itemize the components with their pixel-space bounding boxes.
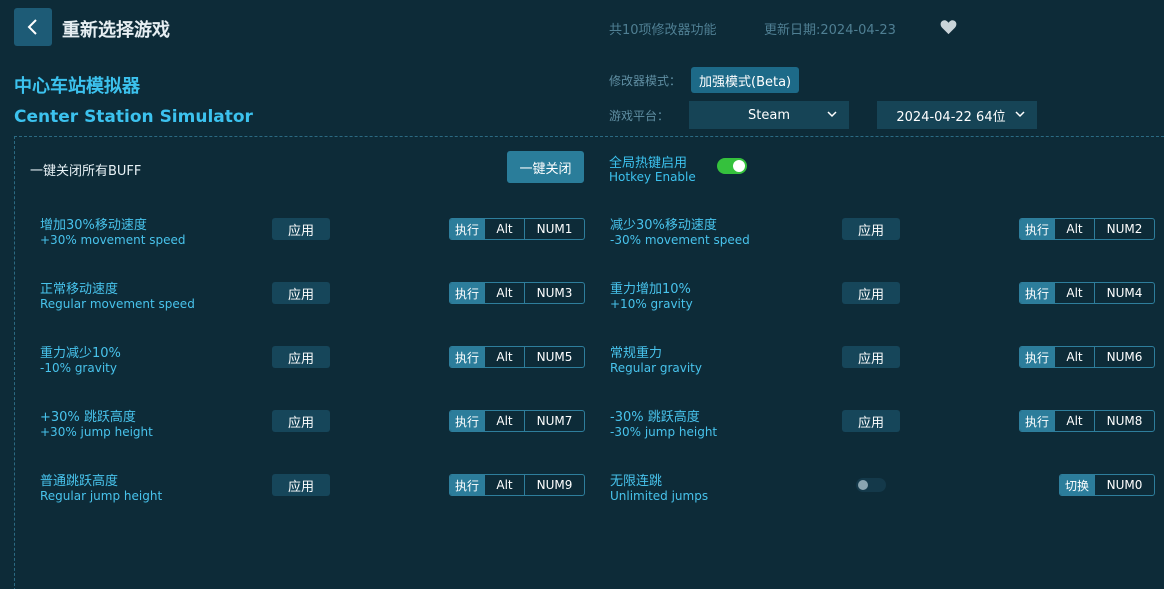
apply-button[interactable]: 应用 [842, 282, 900, 304]
cheat-label-cn: +30% 跳跃高度 [40, 410, 136, 425]
key-num: NUM3 [524, 283, 584, 303]
chevron-down-icon [827, 111, 837, 118]
key-alt: Alt [1054, 219, 1094, 239]
apply-button[interactable]: 应用 [842, 410, 900, 432]
exec-badge: 执行 [1020, 411, 1054, 431]
apply-button[interactable]: 应用 [272, 410, 330, 432]
cheat-label-cn: 正常移动速度 [40, 282, 119, 297]
mode-badge[interactable]: 加强模式(Beta) [691, 67, 800, 93]
back-button[interactable] [14, 8, 52, 46]
key-alt: Alt [484, 411, 524, 431]
key-alt: Alt [1054, 411, 1094, 431]
key-num: NUM2 [1094, 219, 1154, 239]
hotkey-group[interactable]: 执行 Alt NUM9 [449, 474, 585, 496]
key-num: NUM4 [1094, 283, 1154, 303]
hotkey-group[interactable]: 执行 Alt NUM7 [449, 410, 585, 432]
hotkey-group[interactable]: 执行 Alt NUM5 [449, 346, 585, 368]
cheat-label-en: Regular gravity [610, 361, 702, 375]
key-alt: Alt [484, 475, 524, 495]
toggle-knob [858, 480, 868, 490]
hotkey-group[interactable]: 执行 Alt NUM2 [1019, 218, 1155, 240]
cheat-label-cn: 常规重力 [610, 346, 663, 361]
cheat-label-en: +30% movement speed [40, 233, 186, 247]
cheat-label-cn: 增加30%移动速度 [40, 218, 147, 233]
platform-select[interactable]: Steam [689, 101, 849, 129]
key-num: NUM5 [524, 347, 584, 367]
key-alt: Alt [1054, 283, 1094, 303]
cheat-label-cn: 无限连跳 [610, 474, 663, 489]
exec-badge: 执行 [1020, 219, 1054, 239]
hotkey-enable-toggle[interactable] [717, 158, 747, 174]
cheat-label-en: -30% movement speed [610, 233, 750, 247]
cheat-label-en: +10% gravity [610, 297, 693, 311]
cheat-label-en: +30% jump height [40, 425, 153, 439]
platform-value: Steam [748, 107, 790, 123]
key-num: NUM7 [524, 411, 584, 431]
key-num: NUM8 [1094, 411, 1154, 431]
mode-label: 修改器模式： [609, 74, 682, 88]
key-alt: Alt [484, 219, 524, 239]
unlimited-jumps-toggle[interactable] [856, 478, 886, 492]
apply-button[interactable]: 应用 [842, 218, 900, 240]
heart-icon[interactable] [940, 19, 957, 35]
cheat-label-en: -10% gravity [40, 361, 117, 375]
close-all-label: 一键关闭所有BUFF [30, 164, 142, 179]
cheat-label-cn: -30% 跳跃高度 [610, 410, 700, 425]
update-date: 更新日期:2024-04-23 [764, 23, 896, 38]
apply-button[interactable]: 应用 [272, 474, 330, 496]
exec-badge: 执行 [450, 411, 484, 431]
hotkey-group[interactable]: 切换 NUM0 [1059, 474, 1155, 496]
cheat-label-en: Regular jump height [40, 489, 163, 503]
exec-badge: 执行 [1020, 347, 1054, 367]
cheat-label-cn: 减少30%移动速度 [610, 218, 717, 233]
game-title-cn: 中心车站模拟器 [14, 76, 140, 97]
hotkey-enable-label-cn: 全局热键启用 [609, 156, 688, 171]
cheat-label-cn: 普通跳跃高度 [40, 474, 119, 489]
chevron-left-icon [27, 19, 37, 35]
exec-badge: 执行 [450, 347, 484, 367]
hotkey-enable-label-en: Hotkey Enable [609, 170, 696, 184]
cheat-label-en: Unlimited jumps [610, 489, 709, 503]
hotkey-group[interactable]: 执行 Alt NUM1 [449, 218, 585, 240]
version-value: 2024-04-22 64位 [896, 109, 1006, 125]
chevron-down-icon [1015, 111, 1025, 118]
feature-count: 共10项修改器功能 [609, 23, 717, 38]
cheat-label-cn: 重力增加10% [610, 282, 691, 297]
switch-badge: 切换 [1060, 475, 1094, 495]
exec-badge: 执行 [450, 283, 484, 303]
version-select[interactable]: 2024-04-22 64位 [877, 101, 1037, 129]
hotkey-group[interactable]: 执行 Alt NUM6 [1019, 346, 1155, 368]
key-alt: Alt [1054, 347, 1094, 367]
toggle-knob [733, 160, 745, 172]
cheat-panel [14, 136, 1164, 589]
apply-button[interactable]: 应用 [842, 346, 900, 368]
key-num: NUM9 [524, 475, 584, 495]
page-title: 重新选择游戏 [62, 20, 170, 41]
apply-button[interactable]: 应用 [272, 218, 330, 240]
key-num: NUM6 [1094, 347, 1154, 367]
exec-badge: 执行 [450, 219, 484, 239]
key-alt: Alt [484, 347, 524, 367]
hotkey-group[interactable]: 执行 Alt NUM8 [1019, 410, 1155, 432]
game-title-en: Center Station Simulator [14, 107, 253, 127]
exec-badge: 执行 [450, 475, 484, 495]
hotkey-group[interactable]: 执行 Alt NUM3 [449, 282, 585, 304]
close-all-button[interactable]: 一键关闭 [507, 151, 584, 183]
exec-badge: 执行 [1020, 283, 1054, 303]
platform-label: 游戏平台： [609, 109, 670, 123]
key-num: NUM1 [524, 219, 584, 239]
key-num: NUM0 [1094, 475, 1154, 495]
cheat-label-cn: 重力减少10% [40, 346, 121, 361]
cheat-label-en: -30% jump height [610, 425, 718, 439]
apply-button[interactable]: 应用 [272, 282, 330, 304]
apply-button[interactable]: 应用 [272, 346, 330, 368]
hotkey-group[interactable]: 执行 Alt NUM4 [1019, 282, 1155, 304]
key-alt: Alt [484, 283, 524, 303]
cheat-label-en: Regular movement speed [40, 297, 195, 311]
